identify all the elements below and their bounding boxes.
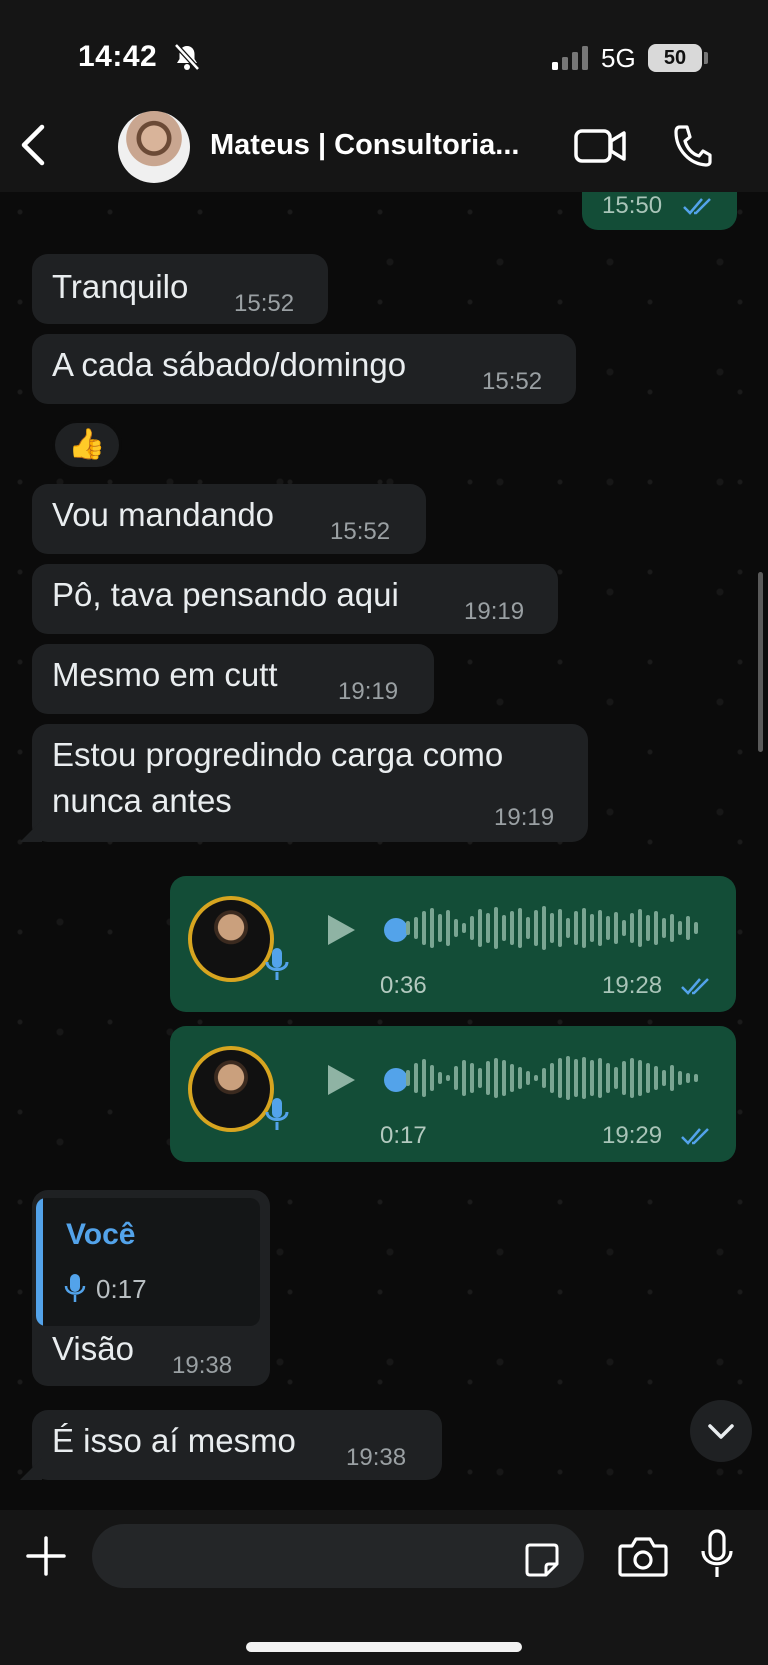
composer-bar: [0, 1510, 768, 1665]
message-time: 19:29: [602, 1122, 663, 1149]
play-icon[interactable]: [324, 1062, 358, 1098]
voice-sender-avatar: [188, 1046, 274, 1132]
mic-icon: [64, 1274, 86, 1302]
mic-icon: [265, 948, 289, 980]
playback-position[interactable]: [384, 1068, 408, 1092]
bubble-tail: [20, 1458, 42, 1480]
message-time: 19:19: [338, 678, 399, 705]
message-incoming-reply[interactable]: Você 0:17 Visão 19:38: [32, 1190, 270, 1386]
plus-icon[interactable]: [26, 1536, 66, 1576]
voice-message[interactable]: 0:36 19:28: [170, 876, 736, 1012]
battery-nub: [704, 52, 708, 64]
message-time: 19:19: [464, 598, 525, 625]
signal-icon: [552, 46, 588, 70]
status-time: 14:42: [78, 40, 158, 73]
message-text: Mesmo em cutt: [52, 656, 278, 693]
status-bar: 14:42 5G 50: [0, 36, 768, 76]
message-time: 15:50: [602, 192, 663, 219]
quote-author: Você: [66, 1218, 136, 1251]
message-incoming[interactable]: Tranquilo 15:52: [32, 254, 328, 324]
message-incoming[interactable]: A cada sábado/domingo 15:52: [32, 334, 576, 404]
quoted-message[interactable]: Você 0:17: [36, 1198, 260, 1326]
read-ticks-icon: [683, 198, 711, 215]
read-ticks-icon: [681, 1128, 709, 1145]
playback-position[interactable]: [384, 918, 408, 942]
message-text: É isso aí mesmo: [52, 1422, 296, 1459]
chat-header: Mateus | Consultoria...: [0, 105, 768, 185]
waveform[interactable]: [406, 1056, 716, 1106]
message-text-line-1: Estou progredindo carga como: [52, 736, 504, 773]
chat-area[interactable]: 15:50 Tranquilo 15:52 A cada sábado/domi…: [0, 192, 768, 1510]
scrollbar[interactable]: [758, 572, 763, 752]
voice-message[interactable]: 0:17 19:29: [170, 1026, 736, 1162]
message-time: 15:52: [482, 368, 543, 395]
top-bar: 14:42 5G 50 Mateus | Consultoria...: [0, 0, 768, 192]
message-incoming[interactable]: Mesmo em cutt 19:19: [32, 644, 434, 714]
network-type: 5G: [601, 43, 636, 73]
chevron-down-icon: [708, 1424, 734, 1439]
camera-icon[interactable]: [618, 1534, 668, 1578]
message-time: 19:28: [602, 972, 663, 999]
video-camera-icon[interactable]: [574, 127, 626, 165]
voice-duration: 0:17: [380, 1122, 427, 1149]
bubble-tail: [20, 820, 42, 842]
message-text: A cada sábado/domingo: [52, 346, 407, 383]
play-icon[interactable]: [324, 912, 358, 948]
message-text-line-2: nunca antes: [52, 782, 232, 819]
message-time: 15:52: [330, 518, 391, 545]
read-ticks-icon: [681, 978, 709, 995]
waveform[interactable]: [406, 906, 716, 956]
reaction-thumbs-up[interactable]: 👍: [52, 420, 122, 470]
message-outgoing-partial[interactable]: 15:50: [582, 192, 737, 230]
home-indicator: [246, 1642, 522, 1652]
message-incoming[interactable]: É isso aí mesmo 19:38: [32, 1410, 442, 1480]
mic-icon: [265, 1098, 289, 1130]
quote-duration: 0:17: [96, 1274, 147, 1304]
message-text: Visão: [52, 1330, 134, 1367]
message-incoming[interactable]: Vou mandando 15:52: [32, 484, 426, 554]
message-time: 19:38: [346, 1444, 407, 1471]
scroll-to-bottom-button[interactable]: [690, 1400, 752, 1462]
message-text: Tranquilo: [52, 268, 189, 305]
chevron-left-icon[interactable]: [16, 123, 50, 167]
phone-icon[interactable]: [672, 123, 712, 167]
mic-icon[interactable]: [700, 1528, 734, 1580]
message-text: Pô, tava pensando aqui: [52, 576, 399, 613]
contact-name[interactable]: Mateus | Consultoria...: [210, 129, 519, 162]
bell-muted-icon: [174, 43, 200, 71]
battery-icon: 50: [648, 44, 702, 72]
message-time: 19:38: [172, 1352, 233, 1379]
message-incoming[interactable]: Estou progredindo carga como nunca antes…: [32, 724, 588, 842]
quote-bar: [36, 1198, 43, 1326]
voice-duration: 0:36: [380, 972, 427, 999]
message-time: 19:19: [494, 804, 555, 831]
message-time: 15:52: [234, 290, 295, 317]
message-text: Vou mandando: [52, 496, 275, 533]
message-input[interactable]: [92, 1524, 584, 1588]
voice-sender-avatar: [188, 896, 274, 982]
sticker-icon[interactable]: [524, 1542, 560, 1578]
message-incoming[interactable]: Pô, tava pensando aqui 19:19: [32, 564, 558, 634]
contact-avatar[interactable]: [118, 111, 190, 183]
